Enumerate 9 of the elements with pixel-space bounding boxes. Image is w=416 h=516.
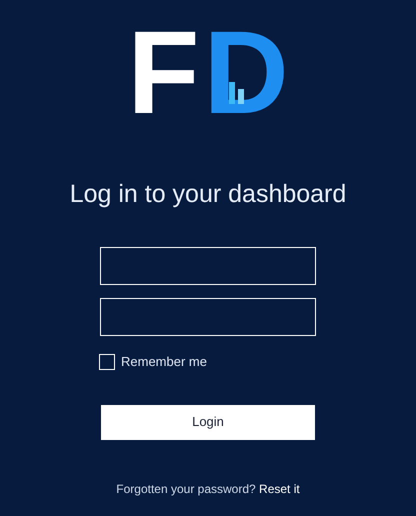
remember-label: Remember me	[121, 353, 207, 371]
login-button[interactable]: Login	[101, 404, 315, 440]
page-heading: Log in to your dashboard	[70, 182, 346, 207]
forgot-password-text: Forgotten your password? Reset it	[116, 480, 300, 498]
reset-link[interactable]: Reset it	[259, 482, 300, 496]
logo: FD	[127, 22, 289, 132]
password-field[interactable]	[100, 298, 316, 336]
remember-checkbox[interactable]	[99, 354, 115, 370]
username-field[interactable]	[100, 247, 316, 285]
